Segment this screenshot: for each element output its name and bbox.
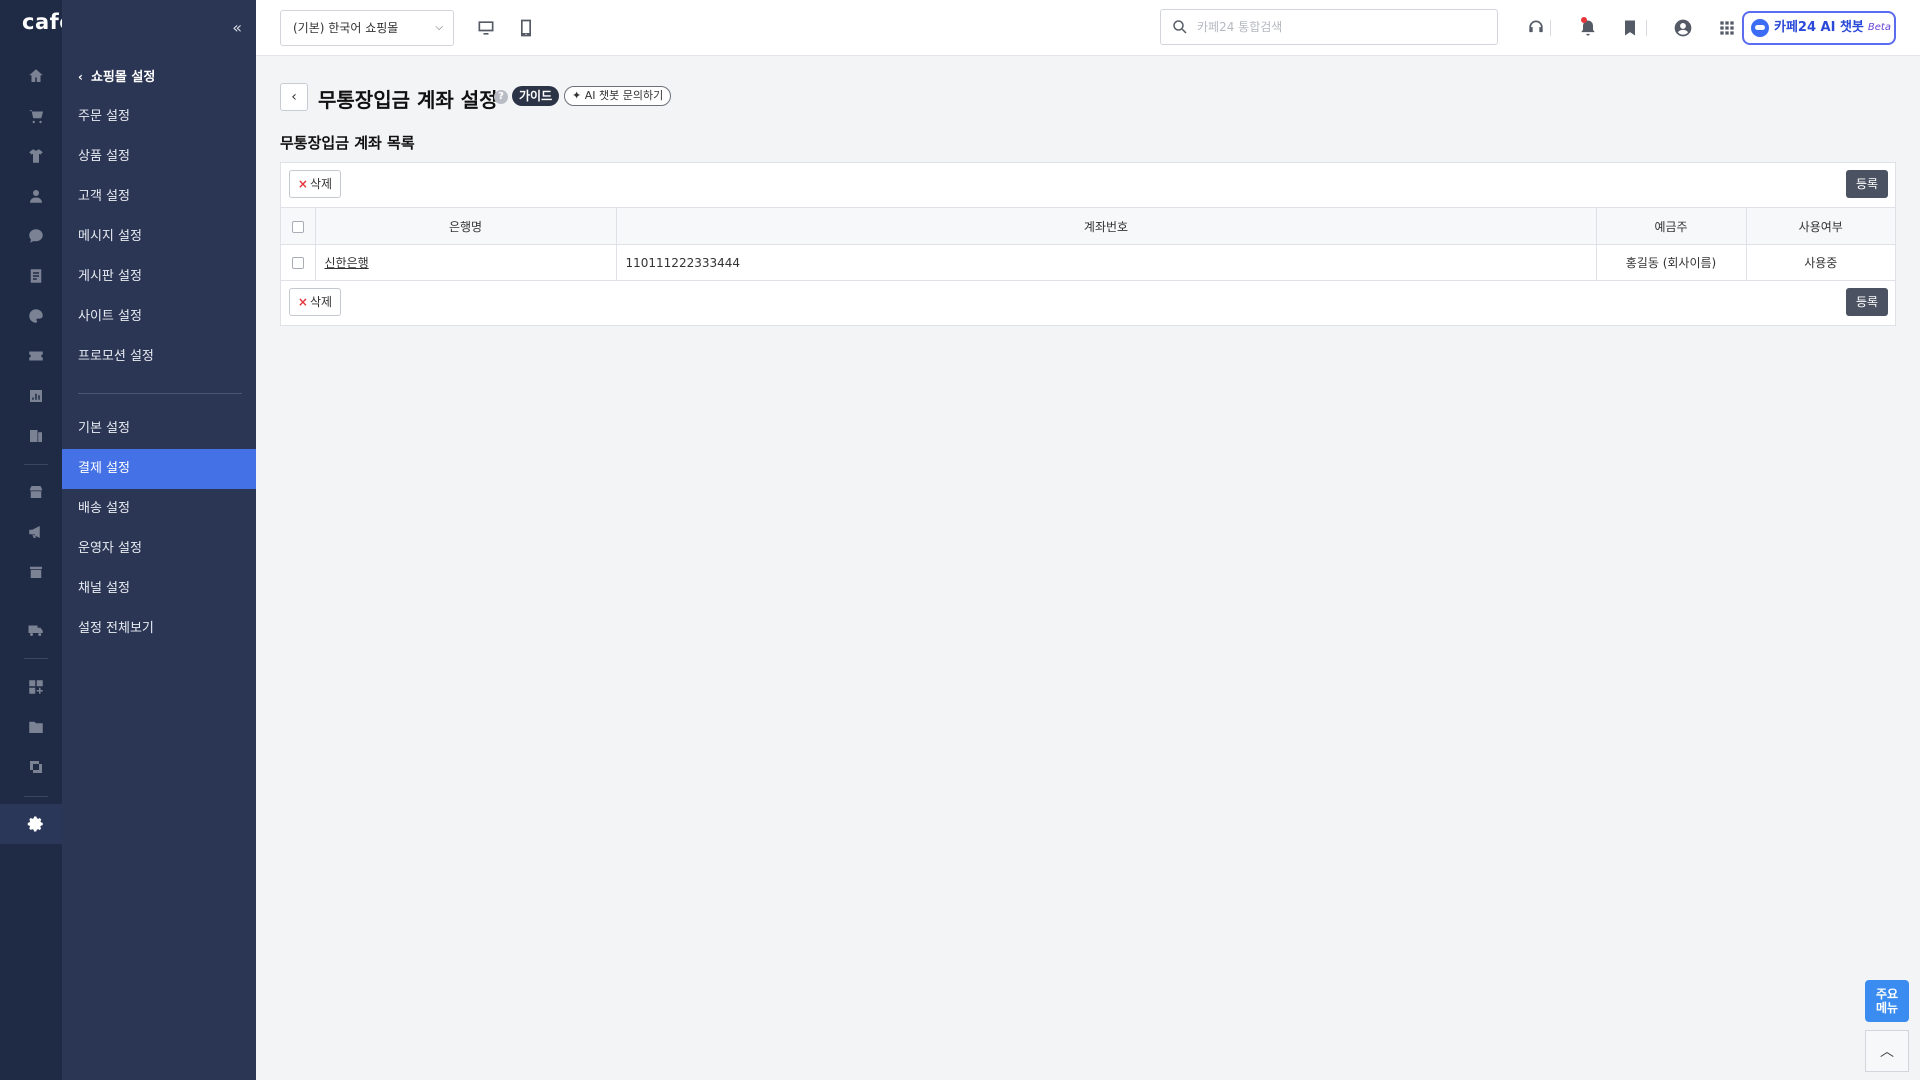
home-icon[interactable]	[24, 64, 48, 88]
submenu-item-shipping[interactable]: 배송 설정	[62, 489, 256, 529]
gear-icon[interactable]	[24, 812, 48, 836]
submenu-item-promotion[interactable]: 프로모션 설정	[62, 337, 256, 377]
main-content: ‹ 무통장입금 계좌 설정 ? 가이드 ✦ AI 챗봇 문의하기 무통장입금 계…	[256, 56, 1920, 1080]
copy-icon[interactable]	[24, 755, 48, 779]
megaphone-icon[interactable]	[24, 520, 48, 544]
register-button-bottom[interactable]: 등록	[1846, 288, 1888, 316]
ai-inquiry-label: AI 챗봇 문의하기	[584, 89, 664, 102]
beta-badge: Beta	[1867, 22, 1891, 33]
col-status: 사용여부	[1746, 207, 1895, 245]
chevron-left-icon: ‹	[291, 89, 297, 105]
store-select[interactable]: (기본) 한국어 쇼핑몰 ⌵	[280, 10, 454, 46]
cart-icon[interactable]	[24, 104, 48, 128]
account-icon[interactable]	[1671, 16, 1695, 40]
chatbot-label: 카페24 AI 챗봇	[1774, 20, 1864, 35]
table-row: 신한은행 110111222333444 홍길동 (회사이름) 사용중	[281, 244, 1895, 281]
user-icon[interactable]	[24, 184, 48, 208]
delete-button-top[interactable]: × 삭제	[289, 170, 341, 198]
sparkle-icon: ✦	[572, 89, 585, 102]
scroll-top-button[interactable]: ︿	[1865, 1030, 1909, 1072]
float-menu-line2: 메뉴	[1875, 1001, 1899, 1015]
submenu-item-customer[interactable]: 고객 설정	[62, 177, 256, 217]
help-icon[interactable]: ?	[494, 90, 508, 104]
delete-button-bottom[interactable]: × 삭제	[289, 288, 341, 316]
submenu-item-payment[interactable]: 결제 설정	[62, 449, 256, 489]
row-checkbox[interactable]	[291, 257, 304, 269]
holder-cell: 홍길동 (회사이름)	[1596, 244, 1747, 281]
app-grid-icon[interactable]	[1715, 16, 1739, 40]
truck-icon[interactable]	[24, 618, 48, 642]
page-back-button[interactable]: ‹	[280, 83, 308, 111]
mobile-view-icon[interactable]	[514, 16, 538, 40]
back-to-shop-settings[interactable]: ‹ 쇼핑몰 설정	[78, 66, 155, 85]
settings-rail-active[interactable]	[0, 804, 62, 844]
col-bank: 은행명	[315, 207, 617, 245]
search-input[interactable]	[1197, 16, 1487, 38]
chatbot-icon	[1751, 19, 1769, 37]
store-icon[interactable]	[24, 480, 48, 504]
close-icon: ×	[297, 295, 308, 309]
submenu-item-basic[interactable]: 기본 설정	[62, 409, 256, 449]
main-menu-float-button[interactable]: 주요 메뉴	[1865, 980, 1909, 1022]
guide-button[interactable]: 가이드	[512, 86, 560, 106]
store-select-value: (기본) 한국어 쇼핑몰	[293, 21, 399, 35]
col-holder: 예금주	[1596, 207, 1747, 245]
palette-icon[interactable]	[24, 304, 48, 328]
report-icon[interactable]	[24, 424, 48, 448]
submenu-item-board[interactable]: 게시판 설정	[62, 257, 256, 297]
register-button-top[interactable]: 등록	[1846, 170, 1888, 198]
chevron-left-icon: ‹	[78, 70, 83, 84]
col-account: 계좌번호	[616, 207, 1597, 245]
bookmark-icon[interactable]	[1618, 16, 1642, 40]
submenu-item-channel[interactable]: 채널 설정	[62, 569, 256, 609]
account-cell: 110111222333444	[616, 244, 1597, 281]
row-select-cell	[281, 244, 316, 281]
account-table: 은행명 계좌번호 예금주 사용여부 신한은행 110111222333444 홍…	[281, 207, 1895, 281]
folder-icon[interactable]	[24, 715, 48, 739]
collapse-sidebar-button[interactable]: «	[232, 18, 242, 37]
submenu-item-all-settings[interactable]: 설정 전체보기	[62, 609, 256, 649]
float-menu-line1: 주요	[1875, 987, 1899, 1001]
section-title: 무통장입금 계좌 목록	[280, 134, 415, 152]
submenu-item-site[interactable]: 사이트 설정	[62, 297, 256, 337]
ai-chatbot-button[interactable]: 카페24 AI 챗봇 Beta	[1742, 11, 1896, 45]
headset-icon[interactable]	[1524, 16, 1548, 40]
status-cell: 사용중	[1746, 244, 1895, 281]
bank-link[interactable]: 신한은행	[325, 256, 369, 270]
close-icon: ×	[297, 177, 308, 191]
desktop-view-icon[interactable]	[474, 16, 498, 40]
submenu-item-product[interactable]: 상품 설정	[62, 137, 256, 177]
delete-label: 삭제	[309, 177, 333, 191]
icon-rail: cafe24	[0, 0, 104, 1080]
select-all-checkbox[interactable]	[291, 220, 304, 233]
top-bar: (기본) 한국어 쇼핑몰 ⌵ 카페24 AI 챗봇Beta	[256, 0, 1920, 56]
notification-dot	[1581, 17, 1587, 23]
bell-icon[interactable]	[1576, 16, 1600, 40]
chevron-down-icon: ⌵	[435, 22, 443, 33]
chat-icon[interactable]	[24, 224, 48, 248]
bank-cell: 신한은행	[315, 244, 617, 281]
page-title: 무통장입금 계좌 설정	[318, 88, 498, 112]
shirt-icon[interactable]	[24, 144, 48, 168]
promotion-icon[interactable]	[24, 344, 48, 368]
account-list-panel: × 삭제 등록 은행명 계좌번호 예금주 사용여부 신한은행 1101112223…	[280, 162, 1896, 326]
shop-add-icon[interactable]	[24, 560, 48, 584]
table-header-row: 은행명 계좌번호 예금주 사용여부	[281, 207, 1895, 245]
submenu-item-message[interactable]: 메시지 설정	[62, 217, 256, 257]
delete-label: 삭제	[309, 295, 333, 309]
select-all-cell	[281, 207, 316, 245]
chevron-up-icon: ︿	[1880, 1044, 1894, 1060]
submenu-item-order[interactable]: 주문 설정	[62, 97, 256, 137]
submenu-item-operator[interactable]: 운영자 설정	[62, 529, 256, 569]
board-icon[interactable]	[24, 264, 48, 288]
ai-inquiry-button[interactable]: ✦ AI 챗봇 문의하기	[564, 86, 672, 106]
search-icon	[1173, 20, 1187, 34]
integrated-search[interactable]	[1160, 9, 1498, 45]
apps-icon[interactable]	[24, 675, 48, 699]
back-label: 쇼핑몰 설정	[90, 70, 156, 85]
submenu-divider	[78, 393, 242, 394]
stats-icon[interactable]	[24, 384, 48, 408]
settings-submenu: « ‹ 쇼핑몰 설정 주문 설정 상품 설정 고객 설정 메시지 설정 게시판 설…	[62, 0, 256, 1080]
